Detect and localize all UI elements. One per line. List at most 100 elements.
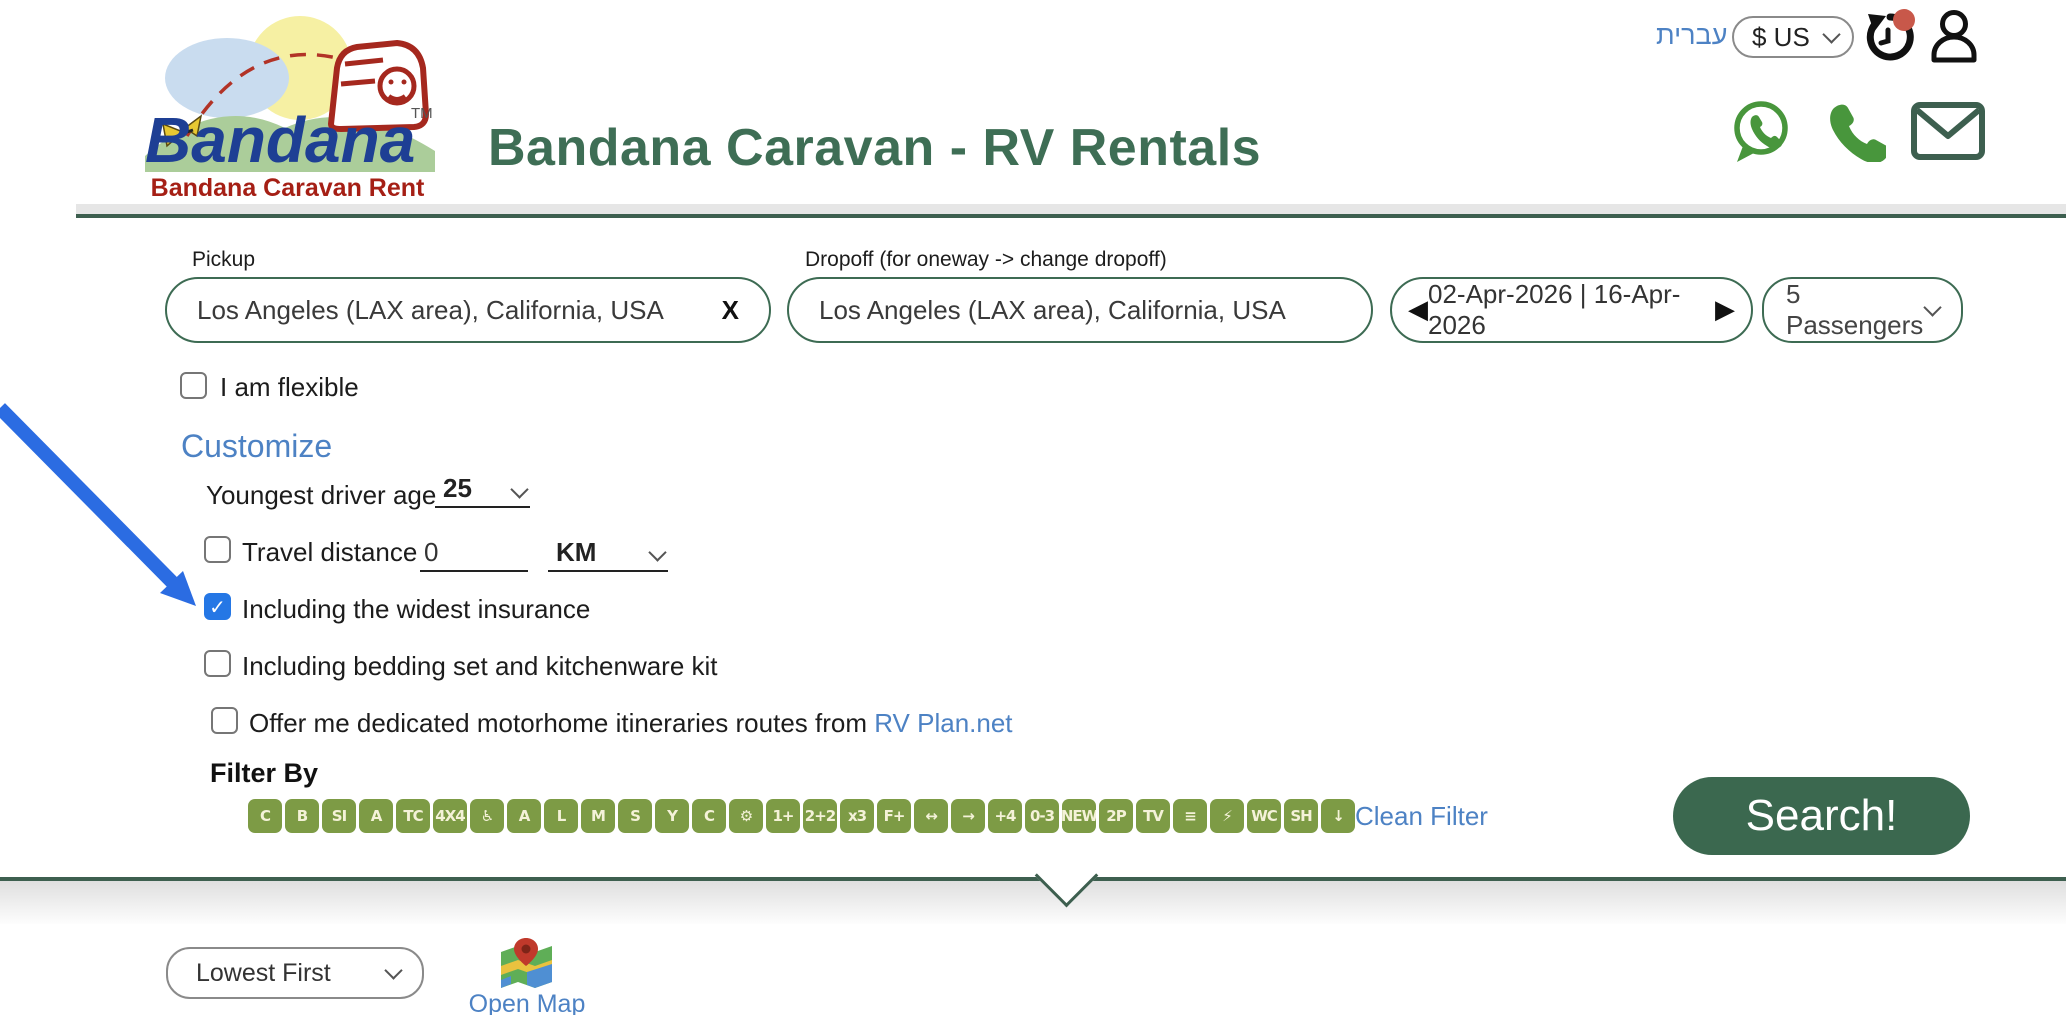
chevron-down-icon: [1923, 298, 1941, 316]
chevron-down-icon: [510, 480, 528, 498]
separator-band: [0, 880, 2066, 924]
bedding-label: Including bedding set and kitchenware ki…: [242, 651, 718, 682]
date-next-icon[interactable]: ▶: [1715, 297, 1735, 323]
filter-icon-new-vehicle[interactable]: NEW: [1062, 799, 1096, 833]
history-button[interactable]: [1860, 8, 1918, 66]
filter-icon-4x4[interactable]: 4X4: [433, 799, 467, 833]
itineraries-label-text: Offer me dedicated motorhome itineraries…: [249, 708, 867, 738]
passengers-value: 5 Passengers: [1786, 279, 1926, 341]
dropoff-input[interactable]: Los Angeles (LAX area), California, USA: [787, 277, 1373, 343]
logo-subtitle: Bandana Caravan Rent: [135, 174, 440, 203]
filter-icon-compact-filter[interactable]: C: [692, 799, 726, 833]
filter-icon-family-friendly[interactable]: F+: [877, 799, 911, 833]
distance-unit-select[interactable]: KM: [548, 532, 668, 572]
passengers-select[interactable]: 5 Passengers: [1762, 277, 1963, 343]
itineraries-label: Offer me dedicated motorhome itineraries…: [249, 708, 1013, 739]
clean-filter-link[interactable]: Clean Filter: [1355, 801, 1488, 832]
filter-icon-class-a[interactable]: A: [359, 799, 393, 833]
travel-distance-checkbox[interactable]: [204, 536, 231, 563]
filter-icon-shower[interactable]: SH: [1284, 799, 1318, 833]
account-button[interactable]: [1928, 8, 1980, 64]
filter-icon-tv[interactable]: TV: [1136, 799, 1170, 833]
whatsapp-button[interactable]: [1730, 100, 1792, 164]
checkmark-icon: ✓: [209, 595, 226, 619]
page: Bandana TM Bandana Caravan Rent Bandana …: [0, 0, 2066, 1015]
header-divider-strip: [76, 204, 2066, 214]
logo-brand-text: Bandana: [145, 104, 415, 172]
filter-icon-sleeps-2plus2[interactable]: 2+2: [803, 799, 837, 833]
flexible-checkbox[interactable]: [180, 372, 207, 399]
insurance-label: Including the widest insurance: [242, 594, 590, 625]
filter-icon-automatic-transmission[interactable]: A: [507, 799, 541, 833]
user-icon: [1928, 8, 1980, 64]
rv-plan-link[interactable]: RV Plan.net: [874, 708, 1012, 738]
currency-value: $ US: [1752, 22, 1810, 53]
filter-icons-row: CBSIATC4X4♿ALMSYC⚙1+2+2x3F+↔→+40-3NEW2PT…: [248, 799, 1355, 833]
currency-select[interactable]: $ US: [1732, 16, 1854, 58]
chevron-down-icon: [384, 961, 402, 979]
logo-art-icon: Bandana TM: [135, 6, 440, 172]
page-title: Bandana Caravan - RV Rentals: [488, 118, 1261, 178]
dropoff-value: Los Angeles (LAX area), California, USA: [819, 295, 1286, 326]
pickup-value: Los Angeles (LAX area), California, USA: [197, 295, 664, 326]
separator-line: [0, 877, 2066, 881]
filter-icon-engine[interactable]: ⚙: [729, 799, 763, 833]
filter-icon-one-way-rv[interactable]: →: [951, 799, 985, 833]
site-logo[interactable]: Bandana TM Bandana Caravan Rent: [135, 6, 440, 202]
travel-distance-input[interactable]: 0: [420, 532, 528, 572]
logo-tm-text: TM: [411, 105, 433, 122]
chevron-down-icon: [1822, 25, 1840, 43]
filter-icon-baby-seat-0-3[interactable]: 0-3: [1025, 799, 1059, 833]
filter-icon-rv-dropoff[interactable]: ↓: [1321, 799, 1355, 833]
filter-icon-sleeps-x3[interactable]: x3: [840, 799, 874, 833]
filter-icon-class-tc[interactable]: TC: [396, 799, 430, 833]
phone-icon: [1826, 102, 1886, 162]
filter-icon-bed[interactable]: ≡: [1173, 799, 1207, 833]
filter-icon-two-travelers[interactable]: 2P: [1099, 799, 1133, 833]
header-divider-line: [76, 214, 2066, 218]
filter-icon-plus-4-seats[interactable]: +4: [988, 799, 1022, 833]
phone-button[interactable]: [1826, 102, 1886, 162]
history-icon: [1860, 8, 1918, 66]
itineraries-checkbox[interactable]: [211, 707, 238, 734]
filter-icon-class-c[interactable]: C: [248, 799, 282, 833]
filter-icon-vehicle-width[interactable]: ↔: [914, 799, 948, 833]
filter-by-label: Filter By: [210, 758, 318, 789]
filter-icon-small-rv[interactable]: S: [618, 799, 652, 833]
driver-age-select[interactable]: 25: [435, 472, 530, 508]
filter-icon-class-b[interactable]: B: [285, 799, 319, 833]
date-range-picker[interactable]: ◀ 02-Apr-2026 | 16-Apr-2026 ▶: [1390, 277, 1753, 343]
date-prev-icon[interactable]: ◀: [1408, 297, 1428, 323]
filter-icon-medium-rv[interactable]: M: [581, 799, 615, 833]
dropoff-label: Dropoff (for oneway -> change dropoff): [805, 248, 1167, 272]
whatsapp-icon: [1730, 100, 1792, 164]
driver-age-value: 25: [443, 473, 472, 504]
pickup-input[interactable]: Los Angeles (LAX area), California, USA …: [165, 277, 771, 343]
filter-icon-power[interactable]: ⚡: [1210, 799, 1244, 833]
chevron-down-icon: [648, 543, 666, 561]
customize-link[interactable]: Customize: [181, 428, 332, 465]
filter-icon-extra-driver[interactable]: 1+: [766, 799, 800, 833]
filter-icon-wheelchair-accessible[interactable]: ♿: [470, 799, 504, 833]
distance-unit-value: KM: [556, 537, 596, 568]
bedding-checkbox[interactable]: [204, 650, 231, 677]
travel-distance-value: 0: [424, 537, 438, 568]
driver-age-label: Youngest driver age: [206, 480, 436, 511]
open-map-label[interactable]: Open Map: [452, 990, 602, 1015]
date-range-value: 02-Apr-2026 | 16-Apr-2026: [1428, 279, 1715, 341]
clear-pickup-button[interactable]: X: [722, 295, 739, 326]
email-icon: [1910, 100, 1986, 162]
email-button[interactable]: [1910, 100, 1986, 162]
filter-icon-large-rv[interactable]: L: [544, 799, 578, 833]
language-switch-link[interactable]: עברית: [1656, 20, 1727, 51]
pickup-label: Pickup: [192, 248, 255, 272]
search-button[interactable]: Search!: [1673, 777, 1970, 855]
filter-icon-class-si[interactable]: SI: [322, 799, 356, 833]
filter-icon-year-filter[interactable]: Y: [655, 799, 689, 833]
sort-order-select[interactable]: Lowest First: [166, 947, 424, 999]
map-icon: [497, 936, 555, 992]
travel-distance-label: Travel distance: [242, 537, 417, 568]
open-map-button[interactable]: [497, 936, 555, 992]
filter-icon-wc[interactable]: WC: [1247, 799, 1281, 833]
insurance-checkbox[interactable]: ✓: [204, 593, 231, 620]
